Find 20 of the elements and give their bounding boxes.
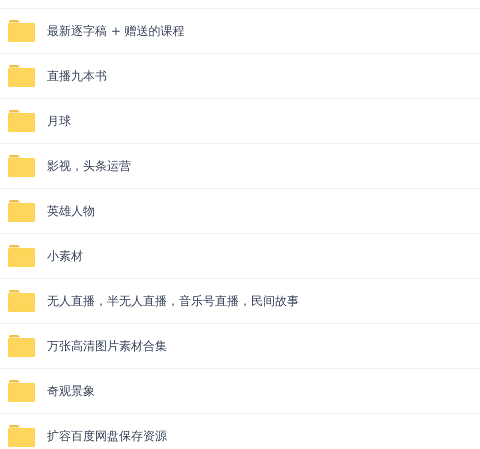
folder-name[interactable]: 万张高清图片素材合集	[47, 337, 167, 355]
folder-icon	[8, 290, 35, 312]
folder-icon	[8, 380, 35, 402]
folder-name[interactable]: 无人直播，半无人直播，音乐号直播，民间故事	[47, 292, 299, 310]
folder-icon	[8, 335, 35, 357]
folder-name[interactable]: 月球	[47, 112, 71, 130]
folder-name[interactable]: 奇观景象	[47, 382, 95, 400]
folder-name[interactable]: 直播九本书	[47, 67, 107, 85]
folder-name[interactable]: 扩容百度网盘保存资源	[47, 427, 167, 445]
folder-icon	[8, 65, 35, 87]
folder-icon	[8, 200, 35, 222]
folder-icon	[8, 155, 35, 177]
folder-name[interactable]: 小素材	[47, 247, 83, 265]
folder-name[interactable]: 英雄人物	[47, 202, 95, 220]
folder-name[interactable]: 影视，头条运营	[47, 157, 131, 175]
folder-icon	[8, 245, 35, 267]
folder-icon	[8, 110, 35, 132]
folder-icon	[8, 425, 35, 447]
folder-name[interactable]: 最新逐字稿 + 赠送的课程	[47, 22, 185, 40]
folder-icon	[8, 20, 35, 42]
